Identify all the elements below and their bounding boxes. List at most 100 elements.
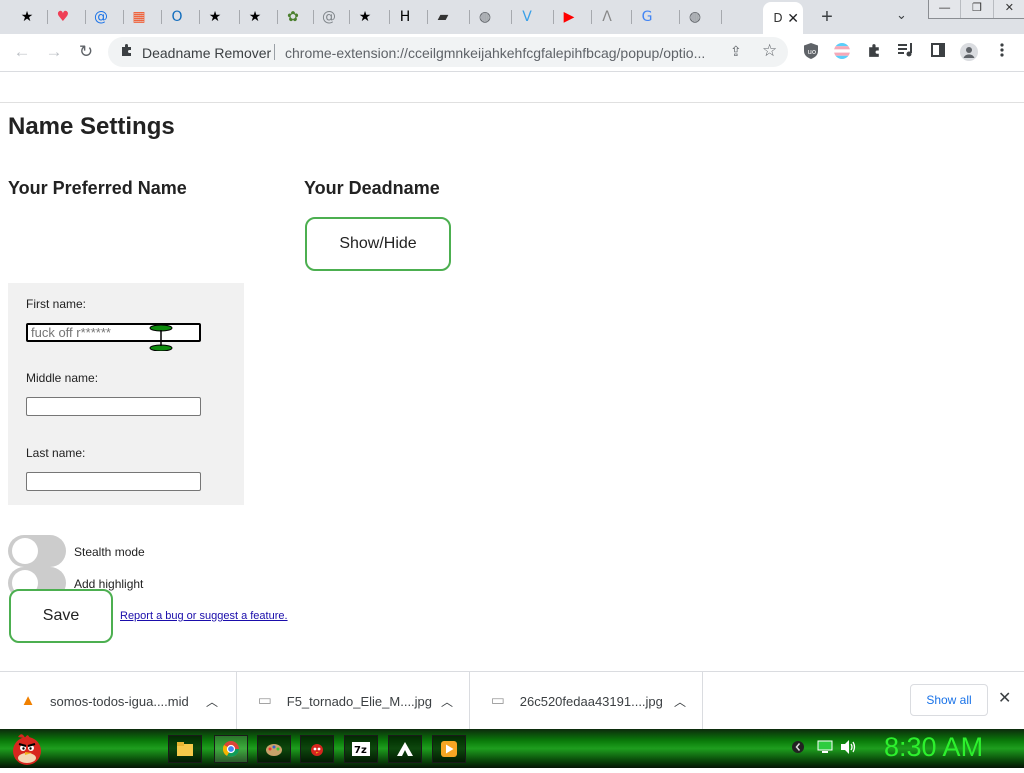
paint-icon[interactable] xyxy=(257,735,291,763)
url-text[interactable]: chrome-extension://cceilgmnkeijahkehfcgf… xyxy=(285,45,705,61)
report-bug-link[interactable]: Report a bug or suggest a feature. xyxy=(120,610,288,622)
media-control-icon[interactable] xyxy=(897,43,915,61)
download-filename: somos-todos-igua....mid xyxy=(50,693,189,709)
browser-tab[interactable]: @ xyxy=(314,6,350,28)
kebab-menu-icon[interactable] xyxy=(993,43,1011,61)
stealth-mode-toggle[interactable] xyxy=(8,535,66,567)
browser-tab[interactable]: ◍ xyxy=(680,6,722,28)
at-sign-icon: @ xyxy=(322,9,336,25)
download-item[interactable]: ▲ somos-todos-igua....mid ︿ xyxy=(0,672,237,730)
browser-tab[interactable]: H xyxy=(390,6,428,28)
chevron-up-icon[interactable]: ︿ xyxy=(674,693,686,710)
star-icon: ★ xyxy=(208,9,222,25)
options-page: Name Settings Your Preferred Name Your D… xyxy=(0,102,1024,671)
trans-flag-icon[interactable] xyxy=(833,43,851,61)
window-controls: — ❐ ✕ xyxy=(928,0,1024,19)
browser-tab[interactable]: G xyxy=(632,6,680,28)
browser-toolbar: ← → ↻ Deadname Remover chrome-extension:… xyxy=(0,34,1024,72)
middle-name-input[interactable] xyxy=(26,397,201,416)
browser-tab[interactable]: V xyxy=(512,6,554,28)
start-button-angry-bird-icon[interactable] xyxy=(8,729,46,768)
volume-icon[interactable] xyxy=(841,740,857,757)
site-name: Deadname Remover xyxy=(142,45,272,61)
share-icon[interactable]: ⇪ xyxy=(730,43,742,60)
globe-icon: ◍ xyxy=(688,9,702,25)
preferred-name-form: First name: Middle name: Last name: xyxy=(8,283,244,505)
star-icon: ★ xyxy=(248,9,262,25)
at-sign-icon: @ xyxy=(94,9,108,25)
tab-search-chevron-icon[interactable]: ⌄ xyxy=(896,7,907,23)
download-filename: F5_tornado_Elie_M....jpg xyxy=(286,693,433,709)
browser-tab[interactable]: ▦ xyxy=(124,6,162,28)
browser-tab[interactable]: ★ xyxy=(240,6,278,28)
browser-tab[interactable]: ◍ xyxy=(470,6,512,28)
chevron-up-icon[interactable]: ︿ xyxy=(441,693,453,710)
browser-tab[interactable]: ▶ xyxy=(554,6,592,28)
toggle-knob xyxy=(12,538,38,564)
text-cursor-icon xyxy=(149,324,173,352)
omnibox-divider xyxy=(274,44,275,60)
pocket-heart-icon: ♥ xyxy=(56,9,70,25)
back-button[interactable]: ← xyxy=(12,42,32,62)
bookmark-star-icon[interactable]: ☆ xyxy=(762,41,777,61)
show-all-downloads-button[interactable]: Show all xyxy=(910,684,988,716)
first-name-label: First name: xyxy=(26,297,87,311)
profile-avatar-icon[interactable] xyxy=(960,43,978,61)
last-name-input[interactable] xyxy=(26,472,201,491)
middle-name-label: Middle name: xyxy=(26,371,99,385)
youtube-icon: ▶ xyxy=(563,9,575,25)
browser-tab[interactable]: Λ xyxy=(592,6,632,28)
browser-tab[interactable]: ★ xyxy=(200,6,240,28)
download-shelf: ▲ somos-todos-igua....mid ︿ ▭ F5_tornado… xyxy=(0,671,1024,730)
close-tab-icon[interactable]: ✕ xyxy=(787,10,799,27)
frog-icon: ✿ xyxy=(287,9,299,25)
browser-tab[interactable]: O xyxy=(162,6,200,28)
7zip-icon[interactable]: 7z xyxy=(344,735,378,763)
tab-separator xyxy=(721,10,722,24)
minimize-button[interactable]: — xyxy=(929,0,960,18)
address-bar[interactable]: Deadname Remover chrome-extension://ccei… xyxy=(108,37,788,67)
microsoft-icon: ▦ xyxy=(132,9,146,25)
chrome-icon[interactable] xyxy=(214,735,248,763)
extensions-puzzle-icon[interactable] xyxy=(865,43,883,61)
star-icon: ★ xyxy=(20,9,34,25)
file-explorer-icon[interactable] xyxy=(168,735,202,763)
angry-birds-game-icon[interactable] xyxy=(300,735,334,763)
reload-button[interactable]: ↻ xyxy=(76,42,96,62)
download-item[interactable]: ▭ 26c520fedaa43191....jpg ︿ xyxy=(470,672,703,730)
svg-text:7z: 7z xyxy=(354,745,367,756)
ublock-icon[interactable]: uo xyxy=(802,43,820,61)
save-button[interactable]: Save xyxy=(9,589,113,643)
close-download-shelf-icon[interactable]: ✕ xyxy=(998,688,1011,708)
last-name-label: Last name: xyxy=(26,446,86,460)
svg-text:uo: uo xyxy=(808,48,817,56)
browser-tab[interactable]: ★ xyxy=(12,6,48,28)
show-hidden-icons-chevron-icon[interactable] xyxy=(792,740,804,757)
first-name-input[interactable] xyxy=(26,323,201,342)
deadname-remover-icon: D xyxy=(773,11,783,25)
browser-tab[interactable]: @ xyxy=(86,6,124,28)
stealth-mode-label: Stealth mode xyxy=(74,545,145,559)
network-icon[interactable] xyxy=(817,740,833,757)
close-window-button[interactable]: ✕ xyxy=(992,0,1024,18)
new-tab-button[interactable]: + xyxy=(816,6,838,28)
restore-button[interactable]: ❐ xyxy=(960,0,992,18)
taskbar-clock[interactable]: 8:30 AM xyxy=(884,732,983,763)
chevron-up-icon[interactable]: ︿ xyxy=(206,693,218,710)
browser-tab[interactable]: ★ xyxy=(350,6,390,28)
media-player-icon[interactable] xyxy=(432,735,466,763)
forward-button[interactable]: → xyxy=(44,42,64,62)
tab-deadname-remover-active[interactable]: D ✕ xyxy=(763,2,803,34)
page-title: Name Settings xyxy=(8,113,175,140)
download-item[interactable]: ▭ F5_tornado_Elie_M....jpg ︿ xyxy=(237,672,470,730)
browser-tab[interactable]: ✿ xyxy=(278,6,314,28)
v-letter-icon: V xyxy=(522,9,532,25)
browser-tab[interactable]: ▰ xyxy=(428,6,470,28)
side-panel-icon[interactable] xyxy=(929,43,947,61)
clapperboard-icon: ▰ xyxy=(437,9,449,25)
browser-tab[interactable]: ♥ xyxy=(48,6,86,28)
globe-icon: ◍ xyxy=(478,9,492,25)
show-hide-button[interactable]: Show/Hide xyxy=(305,217,451,271)
outlook-icon: O xyxy=(171,9,183,25)
arch-triangle-icon[interactable] xyxy=(388,735,422,763)
